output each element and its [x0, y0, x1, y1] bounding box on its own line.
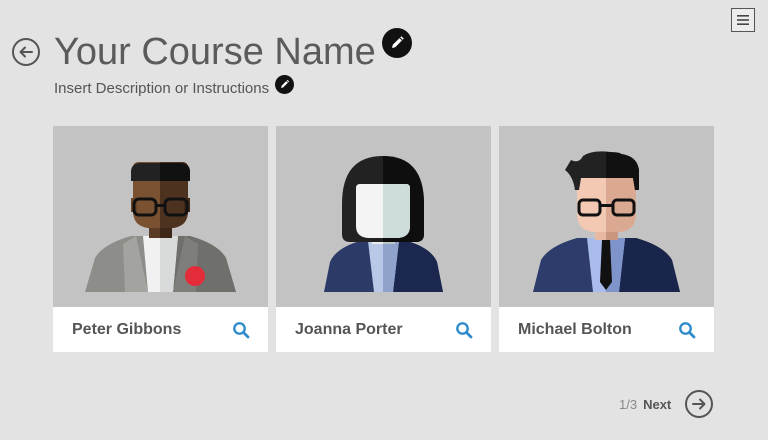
character-name: Joanna Porter: [295, 320, 403, 338]
character-portrait: [53, 126, 268, 307]
description-row: Insert Description or Instructions: [54, 74, 295, 100]
next-link[interactable]: Next: [643, 397, 671, 412]
character-portrait: [499, 126, 714, 307]
character-portrait: [276, 126, 491, 307]
character-card-joanna-porter[interactable]: Joanna Porter: [276, 126, 491, 352]
menu-button[interactable]: [731, 8, 755, 32]
card-footer: Michael Bolton: [499, 307, 714, 352]
character-cards: Peter Gibbons Joanna Porter Michael Bolt…: [53, 126, 714, 352]
pencil-icon: [281, 79, 290, 88]
character-card-michael-bolton[interactable]: Michael Bolton: [499, 126, 714, 352]
next-button[interactable]: [685, 390, 714, 418]
edit-title-button[interactable]: [381, 28, 412, 58]
magnifier-icon[interactable]: [455, 321, 473, 339]
arrow-right-icon: [692, 398, 706, 410]
hamburger-menu-icon: [737, 15, 749, 25]
edit-description-button[interactable]: [275, 74, 295, 94]
character-name: Michael Bolton: [518, 320, 632, 338]
avatar-man-navy-suit-icon: [533, 151, 680, 292]
card-footer: Joanna Porter: [276, 307, 491, 352]
title-row: Your Course Name: [54, 28, 412, 76]
magnifier-icon[interactable]: [232, 321, 250, 339]
page-count: 1/3: [619, 396, 638, 412]
card-footer: Peter Gibbons: [53, 307, 268, 352]
character-name: Peter Gibbons: [72, 320, 182, 338]
course-title: Your Course Name: [54, 31, 376, 73]
course-description: Insert Description or Instructions: [54, 80, 270, 97]
character-card-peter-gibbons[interactable]: Peter Gibbons: [53, 126, 268, 352]
avatar-woman-navy-jacket-icon: [324, 156, 443, 292]
arrow-left-icon: [19, 46, 33, 58]
magnifier-icon[interactable]: [678, 321, 696, 339]
avatar-man-grey-suit-icon: [85, 162, 236, 292]
back-button[interactable]: [12, 38, 40, 66]
pager: 1/3 Next: [619, 390, 714, 418]
pencil-icon: [391, 36, 404, 48]
